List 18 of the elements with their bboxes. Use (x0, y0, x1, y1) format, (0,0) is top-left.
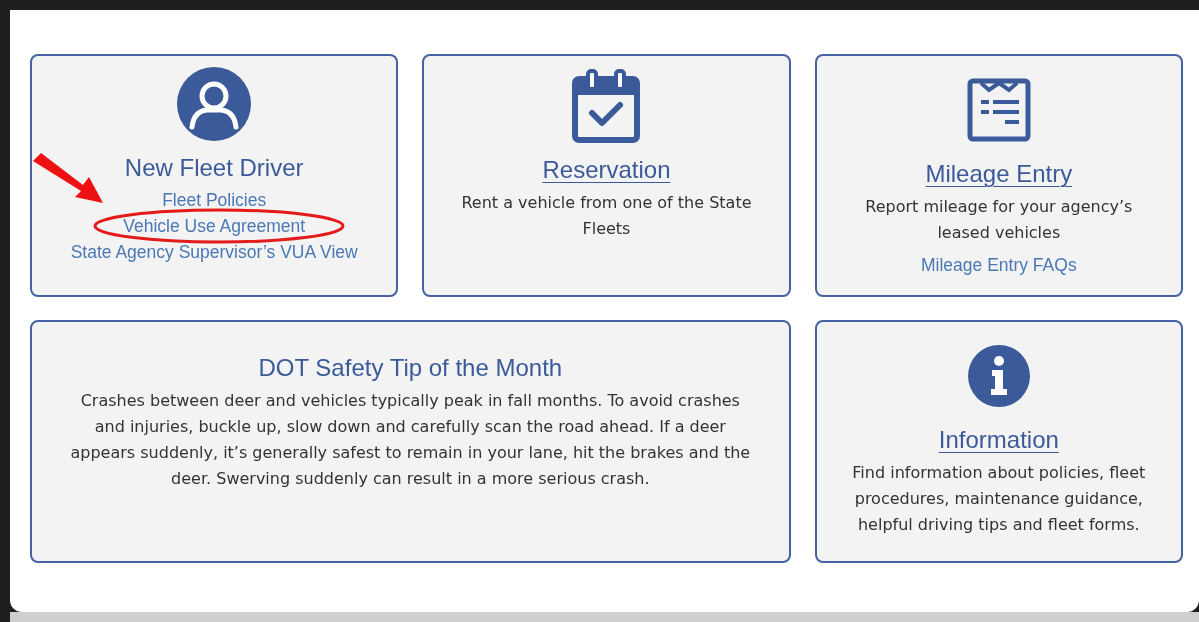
title-link[interactable]: Information (938, 424, 1059, 456)
link[interactable]: Vehicle Use Agreement (123, 213, 306, 239)
link[interactable]: State Agency Supervisor’s VUA View (70, 239, 358, 265)
arrow-icon (33, 153, 104, 203)
document-list-icon (966, 78, 1031, 142)
card-title: DOT Safety Tip of the Month (258, 353, 563, 383)
description: Find information about policies, fleet procedures, maintenance guidance, helpful driving tips and fleet forms. (851, 462, 1147, 536)
calendar-check-icon (572, 69, 641, 143)
description: Rent a vehicle from one of the State Fleets (460, 192, 753, 240)
card-title: New Fleet Driver (124, 153, 304, 183)
link[interactable]: Fleet Policies (162, 187, 267, 213)
title-link[interactable]: Reservation (542, 154, 671, 186)
description: Crashes between deer and vehicles typically peak in fall months. To avoid crashes and injuries, buckle up, slow down and carefully scan the road ahead. If a deer appears suddenly, it’s generally safest to remain in your lane, hit the brakes and the deer. Swerving suddenly can result in a more serious crash. (70, 390, 751, 490)
user-icon (177, 67, 252, 141)
link[interactable]: Mileage Entry FAQs (921, 252, 1077, 278)
info-icon (967, 345, 1030, 407)
title-link[interactable]: Mileage Entry (925, 158, 1073, 190)
description: Report mileage for your agency’s leased vehicles (864, 196, 1134, 244)
